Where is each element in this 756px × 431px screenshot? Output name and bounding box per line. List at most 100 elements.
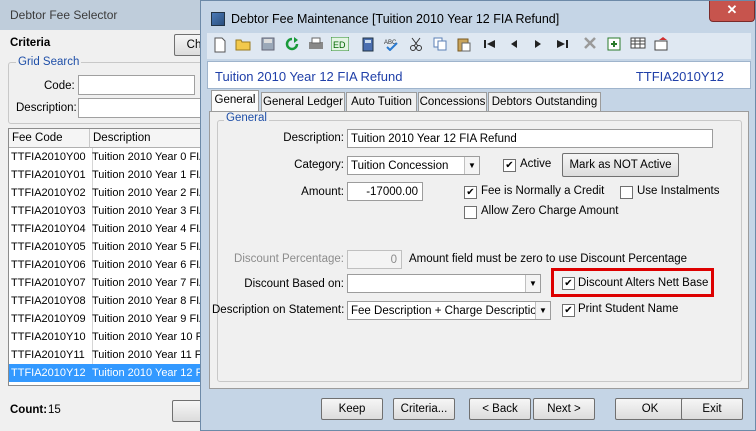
- refresh-icon[interactable]: [283, 37, 301, 55]
- discount-based-select[interactable]: ▼: [347, 274, 541, 293]
- table-row[interactable]: TTFIA2010Y12 Tuition 2010 Year 12 FIA: [9, 364, 209, 382]
- fee-credit-label: Fee is Normally a Credit: [481, 185, 605, 197]
- tab-debtors-outstanding[interactable]: Debtors Outstanding: [488, 92, 601, 111]
- debtor-fee-selector-window: Debtor Fee Selector Criteria Ch Grid Sea…: [0, 0, 214, 431]
- fee-code-cell: TTFIA2010Y11: [9, 346, 93, 364]
- close-button[interactable]: ✕: [709, 1, 755, 22]
- amount-label: Amount:: [301, 186, 344, 198]
- table-row[interactable]: TTFIA2010Y07 Tuition 2010 Year 7 FIA: [9, 274, 209, 292]
- tab-auto-tuition[interactable]: Auto Tuition: [346, 92, 417, 111]
- last-record-icon[interactable]: [553, 37, 571, 55]
- fee-code-cell: TTFIA2010Y01: [9, 166, 93, 184]
- dialog-title: Debtor Fee Maintenance [Tuition 2010 Yea…: [231, 12, 560, 26]
- chevron-down-icon[interactable]: ▼: [525, 275, 540, 292]
- keep-button[interactable]: Keep: [321, 398, 383, 420]
- tab-concessions[interactable]: Concessions: [418, 92, 487, 111]
- fee-code-cell: TTFIA2010Y05: [9, 238, 93, 256]
- description-column-header[interactable]: Description: [90, 129, 209, 148]
- use-instalments-checkbox[interactable]: [620, 186, 633, 199]
- print-student-checkbox[interactable]: ✔: [562, 304, 575, 317]
- description-cell: Tuition 2010 Year 4 FIA: [92, 223, 207, 235]
- table-row[interactable]: TTFIA2010Y01 Tuition 2010 Year 1 FIA: [9, 166, 209, 184]
- fee-code-cell: TTFIA2010Y09: [9, 310, 93, 328]
- lookup-icon[interactable]: [605, 37, 623, 55]
- table-row[interactable]: TTFIA2010Y08 Tuition 2010 Year 8 FIA: [9, 292, 209, 310]
- tab-general-ledger[interactable]: General Ledger: [261, 92, 345, 111]
- description-cell: Tuition 2010 Year 11 FI: [92, 349, 205, 361]
- active-label: Active: [520, 158, 552, 170]
- mark-not-active-button[interactable]: Mark as NOT Active: [562, 153, 679, 177]
- table-row[interactable]: TTFIA2010Y06 Tuition 2010 Year 6 FIA: [9, 256, 209, 274]
- amount-field[interactable]: -17000.00: [347, 182, 423, 201]
- table-row[interactable]: TTFIA2010Y05 Tuition 2010 Year 5 FIA: [9, 238, 209, 256]
- fee-credit-checkbox[interactable]: ✔: [464, 186, 477, 199]
- fee-code-column-header[interactable]: Fee Code: [9, 129, 90, 148]
- general-panel: General Description: Tuition 2010 Year 1…: [209, 111, 749, 389]
- description-cell: Tuition 2010 Year 5 FIA: [92, 241, 207, 253]
- record-code: TTFIA2010Y12: [635, 69, 724, 84]
- export-icon[interactable]: [653, 37, 671, 55]
- discount-based-label: Discount Based on:: [244, 278, 344, 290]
- description-field[interactable]: Tuition 2010 Year 12 FIA Refund: [347, 129, 713, 148]
- previous-record-icon[interactable]: [505, 37, 523, 55]
- chevron-down-icon[interactable]: ▼: [464, 157, 479, 174]
- active-checkbox[interactable]: ✔: [503, 159, 516, 172]
- desc-statement-value: Fee Description + Charge Description: [351, 305, 544, 317]
- table-row[interactable]: TTFIA2010Y03 Tuition 2010 Year 3 FIA: [9, 202, 209, 220]
- grid-view-icon[interactable]: [629, 37, 647, 55]
- description-cell: Tuition 2010 Year 8 FIA: [92, 295, 207, 307]
- description-cell: Tuition 2010 Year 2 FIA: [92, 187, 207, 199]
- ok-button[interactable]: OK: [615, 398, 685, 420]
- table-row[interactable]: TTFIA2010Y11 Tuition 2010 Year 11 FI: [9, 346, 209, 364]
- description-cell: Tuition 2010 Year 0 FIA: [92, 151, 207, 163]
- category-select[interactable]: Tuition Concession ▼: [347, 156, 480, 175]
- discount-percentage-field[interactable]: 0: [347, 250, 402, 269]
- desc-statement-select[interactable]: Fee Description + Charge Description ▼: [347, 301, 551, 320]
- toolbar: ED ABC: [207, 33, 751, 59]
- first-record-icon[interactable]: [481, 37, 499, 55]
- paste-icon[interactable]: [455, 37, 473, 55]
- category-value: Tuition Concession: [351, 160, 449, 172]
- table-row[interactable]: TTFIA2010Y02 Tuition 2010 Year 2 FIA: [9, 184, 209, 202]
- back-button[interactable]: < Back: [469, 398, 531, 420]
- record-name: Tuition 2010 Year 12 FIA Refund: [215, 69, 403, 84]
- delete-icon[interactable]: [581, 37, 599, 55]
- next-record-icon[interactable]: [529, 37, 547, 55]
- selector-title: Debtor Fee Selector: [10, 8, 118, 22]
- description-label: Description:: [283, 132, 344, 144]
- fee-code-cell: TTFIA2010Y08: [9, 292, 93, 310]
- cut-icon[interactable]: [407, 37, 425, 55]
- count-label: Count:: [10, 404, 48, 416]
- allow-zero-checkbox[interactable]: [464, 206, 477, 219]
- next-button[interactable]: Next >: [533, 398, 595, 420]
- edit-icon[interactable]: ED: [330, 36, 350, 55]
- description-input[interactable]: [78, 98, 205, 118]
- fee-grid[interactable]: Fee Code Description TTFIA2010Y00 Tuition…: [8, 128, 210, 386]
- chevron-down-icon[interactable]: ▼: [535, 302, 550, 319]
- grid-search-label: Grid Search: [16, 56, 82, 68]
- copy-icon[interactable]: [431, 37, 449, 55]
- criteria-button[interactable]: Criteria...: [393, 398, 455, 420]
- description-cell: Tuition 2010 Year 7 FIA: [92, 277, 207, 289]
- fee-code-cell: TTFIA2010Y10: [9, 328, 93, 346]
- fee-code-cell: TTFIA2010Y06: [9, 256, 93, 274]
- description-cell: Tuition 2010 Year 10 FI: [92, 331, 206, 343]
- exit-button[interactable]: Exit: [681, 398, 743, 420]
- fee-code-cell: TTFIA2010Y02: [9, 184, 93, 202]
- new-icon[interactable]: [211, 37, 229, 55]
- description-cell: Tuition 2010 Year 6 FIA: [92, 259, 207, 271]
- table-row[interactable]: TTFIA2010Y00 Tuition 2010 Year 0 FIA: [9, 148, 209, 166]
- save-icon[interactable]: [259, 37, 277, 55]
- use-instalments-label: Use Instalments: [637, 185, 720, 197]
- table-row[interactable]: TTFIA2010Y10 Tuition 2010 Year 10 FI: [9, 328, 209, 346]
- code-input[interactable]: [78, 75, 195, 95]
- tab-general[interactable]: General: [211, 90, 259, 112]
- table-row[interactable]: TTFIA2010Y09 Tuition 2010 Year 9 FIA: [9, 310, 209, 328]
- open-folder-icon[interactable]: [234, 37, 252, 55]
- description-cell: Tuition 2010 Year 1 FIA: [92, 169, 207, 181]
- discount-alters-checkbox[interactable]: ✔: [562, 277, 575, 290]
- print-icon[interactable]: [307, 37, 325, 55]
- spellcheck-icon[interactable]: ABC: [383, 37, 401, 55]
- calculator-icon[interactable]: [359, 37, 377, 55]
- table-row[interactable]: TTFIA2010Y04 Tuition 2010 Year 4 FIA: [9, 220, 209, 238]
